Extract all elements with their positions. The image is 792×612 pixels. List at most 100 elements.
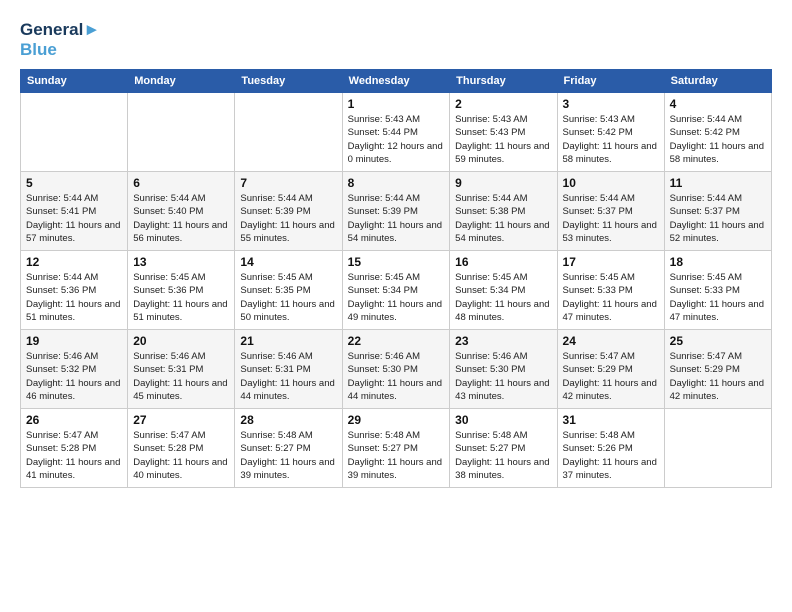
day-detail: Sunrise: 5:43 AM Sunset: 5:44 PM Dayligh… bbox=[348, 113, 445, 166]
day-detail: Sunrise: 5:46 AM Sunset: 5:31 PM Dayligh… bbox=[133, 350, 229, 403]
day-detail: Sunrise: 5:48 AM Sunset: 5:27 PM Dayligh… bbox=[455, 429, 551, 482]
day-number: 19 bbox=[26, 334, 122, 348]
day-detail: Sunrise: 5:43 AM Sunset: 5:42 PM Dayligh… bbox=[563, 113, 659, 166]
day-cell: 14Sunrise: 5:45 AM Sunset: 5:35 PM Dayli… bbox=[235, 251, 342, 330]
day-number: 12 bbox=[26, 255, 122, 269]
day-number: 17 bbox=[563, 255, 659, 269]
day-number: 6 bbox=[133, 176, 229, 190]
col-header-saturday: Saturday bbox=[664, 70, 771, 93]
logo-blue-text: Blue bbox=[20, 40, 57, 59]
week-row-1: 1 Sunrise: 5:43 AM Sunset: 5:44 PM Daylig… bbox=[21, 93, 772, 172]
day-cell: 2 Sunrise: 5:43 AM Sunset: 5:43 PM Daylig… bbox=[450, 93, 557, 172]
page: General► Blue SundayMondayTuesdayWednesd… bbox=[0, 0, 792, 498]
week-row-5: 26 Sunrise: 5:47 AM Sunset: 5:28 PM Dayli… bbox=[21, 409, 772, 488]
day-detail: Sunrise: 5:44 AM Sunset: 5:40 PM Dayligh… bbox=[133, 192, 229, 245]
day-number: 5 bbox=[26, 176, 122, 190]
day-detail: Sunrise: 5:48 AM Sunset: 5:26 PM Dayligh… bbox=[563, 429, 659, 482]
day-cell: 25Sunrise: 5:47 AM Sunset: 5:29 PM Dayli… bbox=[664, 330, 771, 409]
day-cell: 16Sunrise: 5:45 AM Sunset: 5:34 PM Dayli… bbox=[450, 251, 557, 330]
day-cell: 3 Sunrise: 5:43 AM Sunset: 5:42 PM Daylig… bbox=[557, 93, 664, 172]
day-number: 27 bbox=[133, 413, 229, 427]
day-detail: Sunrise: 5:43 AM Sunset: 5:43 PM Dayligh… bbox=[455, 113, 551, 166]
day-detail: Sunrise: 5:47 AM Sunset: 5:28 PM Dayligh… bbox=[26, 429, 122, 482]
day-number: 15 bbox=[348, 255, 445, 269]
week-row-3: 12Sunrise: 5:44 AM Sunset: 5:36 PM Dayli… bbox=[21, 251, 772, 330]
day-detail: Sunrise: 5:47 AM Sunset: 5:28 PM Dayligh… bbox=[133, 429, 229, 482]
day-number: 8 bbox=[348, 176, 445, 190]
day-cell: 19 Sunrise: 5:46 AM Sunset: 5:32 PM Dayli… bbox=[21, 330, 128, 409]
calendar-header-row: SundayMondayTuesdayWednesdayThursdayFrid… bbox=[21, 70, 772, 93]
day-cell: 27 Sunrise: 5:47 AM Sunset: 5:28 PM Dayli… bbox=[128, 409, 235, 488]
day-number: 7 bbox=[240, 176, 336, 190]
day-cell: 30 Sunrise: 5:48 AM Sunset: 5:27 PM Dayli… bbox=[450, 409, 557, 488]
col-header-thursday: Thursday bbox=[450, 70, 557, 93]
day-detail: Sunrise: 5:47 AM Sunset: 5:29 PM Dayligh… bbox=[563, 350, 659, 403]
day-cell bbox=[128, 93, 235, 172]
day-detail: Sunrise: 5:48 AM Sunset: 5:27 PM Dayligh… bbox=[348, 429, 445, 482]
day-cell: 18 Sunrise: 5:45 AM Sunset: 5:33 PM Dayli… bbox=[664, 251, 771, 330]
day-detail: Sunrise: 5:48 AM Sunset: 5:27 PM Dayligh… bbox=[240, 429, 336, 482]
day-number: 4 bbox=[670, 97, 766, 111]
day-detail: Sunrise: 5:45 AM Sunset: 5:33 PM Dayligh… bbox=[563, 271, 659, 324]
day-detail: Sunrise: 5:45 AM Sunset: 5:34 PM Dayligh… bbox=[455, 271, 551, 324]
day-detail: Sunrise: 5:45 AM Sunset: 5:33 PM Dayligh… bbox=[670, 271, 766, 324]
logo: General► Blue bbox=[20, 20, 100, 59]
day-cell: 24 Sunrise: 5:47 AM Sunset: 5:29 PM Dayli… bbox=[557, 330, 664, 409]
day-detail: Sunrise: 5:44 AM Sunset: 5:42 PM Dayligh… bbox=[670, 113, 766, 166]
day-number: 28 bbox=[240, 413, 336, 427]
col-header-friday: Friday bbox=[557, 70, 664, 93]
day-cell: 17 Sunrise: 5:45 AM Sunset: 5:33 PM Dayli… bbox=[557, 251, 664, 330]
day-detail: Sunrise: 5:45 AM Sunset: 5:36 PM Dayligh… bbox=[133, 271, 229, 324]
calendar-table: SundayMondayTuesdayWednesdayThursdayFrid… bbox=[20, 69, 772, 488]
day-cell: 13Sunrise: 5:45 AM Sunset: 5:36 PM Dayli… bbox=[128, 251, 235, 330]
day-detail: Sunrise: 5:44 AM Sunset: 5:39 PM Dayligh… bbox=[240, 192, 336, 245]
day-detail: Sunrise: 5:44 AM Sunset: 5:37 PM Dayligh… bbox=[670, 192, 766, 245]
week-row-4: 19 Sunrise: 5:46 AM Sunset: 5:32 PM Dayli… bbox=[21, 330, 772, 409]
day-cell bbox=[21, 93, 128, 172]
day-cell: 31 Sunrise: 5:48 AM Sunset: 5:26 PM Dayli… bbox=[557, 409, 664, 488]
day-number: 2 bbox=[455, 97, 551, 111]
day-number: 31 bbox=[563, 413, 659, 427]
day-cell: 21 Sunrise: 5:46 AM Sunset: 5:31 PM Dayli… bbox=[235, 330, 342, 409]
day-detail: Sunrise: 5:44 AM Sunset: 5:41 PM Dayligh… bbox=[26, 192, 122, 245]
day-cell: 6 Sunrise: 5:44 AM Sunset: 5:40 PM Daylig… bbox=[128, 172, 235, 251]
day-cell: 9Sunrise: 5:44 AM Sunset: 5:38 PM Daylig… bbox=[450, 172, 557, 251]
day-detail: Sunrise: 5:47 AM Sunset: 5:29 PM Dayligh… bbox=[670, 350, 766, 403]
day-cell: 26 Sunrise: 5:47 AM Sunset: 5:28 PM Dayli… bbox=[21, 409, 128, 488]
day-detail: Sunrise: 5:46 AM Sunset: 5:32 PM Dayligh… bbox=[26, 350, 122, 403]
day-detail: Sunrise: 5:45 AM Sunset: 5:35 PM Dayligh… bbox=[240, 271, 336, 324]
col-header-wednesday: Wednesday bbox=[342, 70, 450, 93]
day-number: 20 bbox=[133, 334, 229, 348]
week-row-2: 5 Sunrise: 5:44 AM Sunset: 5:41 PM Daylig… bbox=[21, 172, 772, 251]
day-cell: 20 Sunrise: 5:46 AM Sunset: 5:31 PM Dayli… bbox=[128, 330, 235, 409]
day-number: 3 bbox=[563, 97, 659, 111]
day-cell: 29Sunrise: 5:48 AM Sunset: 5:27 PM Dayli… bbox=[342, 409, 450, 488]
day-number: 1 bbox=[348, 97, 445, 111]
day-detail: Sunrise: 5:46 AM Sunset: 5:30 PM Dayligh… bbox=[348, 350, 445, 403]
col-header-tuesday: Tuesday bbox=[235, 70, 342, 93]
day-number: 22 bbox=[348, 334, 445, 348]
col-header-monday: Monday bbox=[128, 70, 235, 93]
day-detail: Sunrise: 5:46 AM Sunset: 5:31 PM Dayligh… bbox=[240, 350, 336, 403]
day-number: 10 bbox=[563, 176, 659, 190]
day-cell: 28 Sunrise: 5:48 AM Sunset: 5:27 PM Dayli… bbox=[235, 409, 342, 488]
day-number: 11 bbox=[670, 176, 766, 190]
day-number: 24 bbox=[563, 334, 659, 348]
day-detail: Sunrise: 5:44 AM Sunset: 5:37 PM Dayligh… bbox=[563, 192, 659, 245]
day-cell: 8 Sunrise: 5:44 AM Sunset: 5:39 PM Daylig… bbox=[342, 172, 450, 251]
day-number: 26 bbox=[26, 413, 122, 427]
logo-text: General► Blue bbox=[20, 20, 100, 59]
day-number: 30 bbox=[455, 413, 551, 427]
day-cell: 11 Sunrise: 5:44 AM Sunset: 5:37 PM Dayli… bbox=[664, 172, 771, 251]
header: General► Blue bbox=[20, 20, 772, 59]
day-number: 18 bbox=[670, 255, 766, 269]
day-cell bbox=[235, 93, 342, 172]
day-cell: 22 Sunrise: 5:46 AM Sunset: 5:30 PM Dayli… bbox=[342, 330, 450, 409]
day-detail: Sunrise: 5:44 AM Sunset: 5:38 PM Dayligh… bbox=[455, 192, 551, 245]
logo-blue: ► bbox=[83, 20, 100, 39]
day-cell bbox=[664, 409, 771, 488]
day-number: 23 bbox=[455, 334, 551, 348]
day-number: 21 bbox=[240, 334, 336, 348]
day-detail: Sunrise: 5:44 AM Sunset: 5:39 PM Dayligh… bbox=[348, 192, 445, 245]
day-cell: 1 Sunrise: 5:43 AM Sunset: 5:44 PM Daylig… bbox=[342, 93, 450, 172]
